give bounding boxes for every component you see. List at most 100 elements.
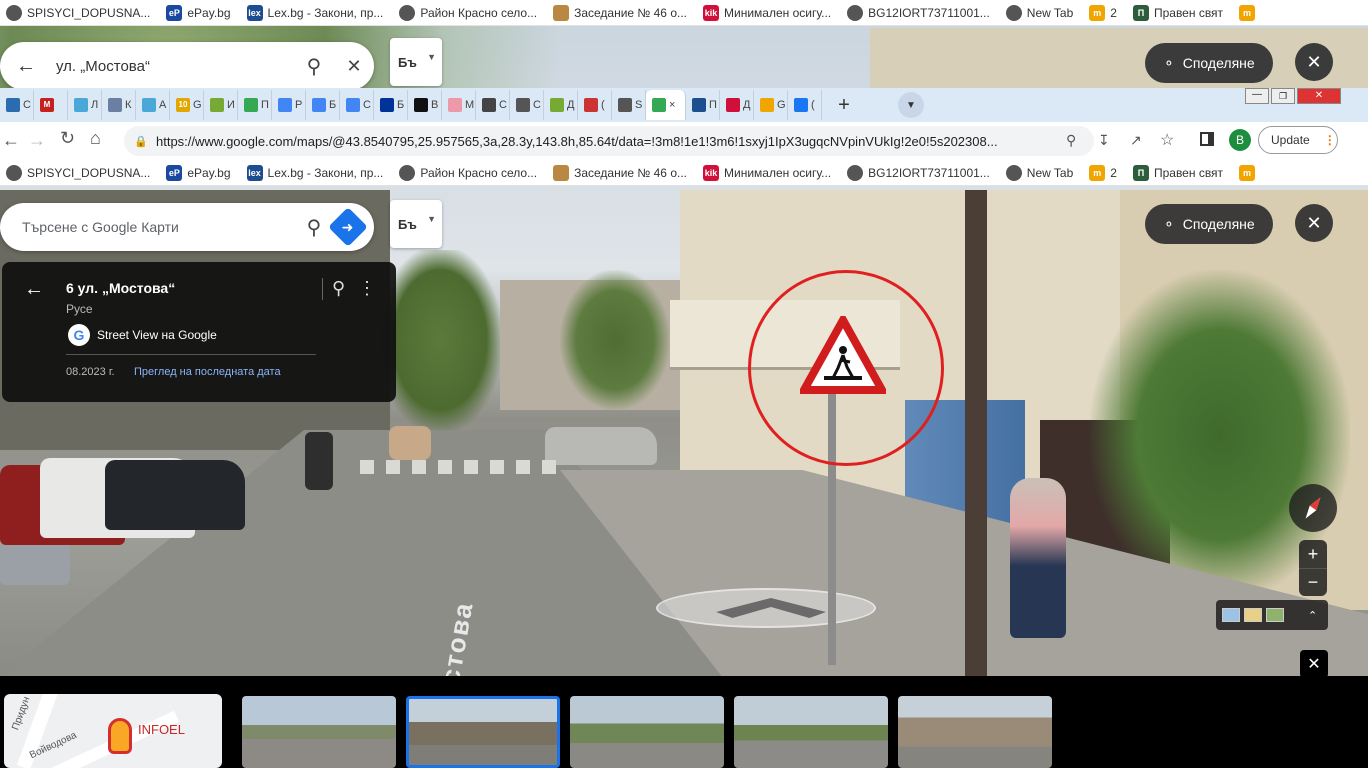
bookmark-item[interactable]: New Tab (1005, 4, 1073, 21)
close-button[interactable]: ✕ (1295, 204, 1333, 242)
more-options-icon[interactable]: ⋮ (358, 278, 376, 299)
reload-button[interactable]: ↻ (60, 128, 75, 149)
minimap[interactable]: Придун Войводова INFOEL (4, 694, 222, 768)
photo-thumbnail[interactable] (570, 696, 724, 768)
tab[interactable]: Б (306, 90, 340, 120)
tab[interactable]: G (754, 90, 788, 120)
tab[interactable]: П (686, 90, 720, 120)
terrain-layer-icon[interactable] (1244, 608, 1262, 622)
bookmark-item[interactable]: П Правен свят (1132, 4, 1223, 21)
back-arrow-icon[interactable]: ← (24, 278, 44, 301)
bookmark-item[interactable]: lex Lex.bg - Закони, пр... (246, 4, 383, 21)
bookmark-item[interactable]: New Tab (1005, 164, 1073, 181)
bookmark-item[interactable]: Заседание № 46 о... (553, 164, 687, 181)
bookmark-item[interactable]: SPISYCI_DOPUSNA... (6, 164, 151, 181)
tab-search-button[interactable]: ▼ (898, 92, 924, 118)
update-button[interactable]: Update ⋮ (1258, 126, 1338, 154)
bookmark-star-icon[interactable]: ☆ (1160, 130, 1174, 150)
back-button[interactable]: ← (2, 130, 20, 151)
bookmark-item[interactable]: BG12IORT73711001... (847, 4, 990, 21)
tab[interactable]: В (408, 90, 442, 120)
tab[interactable]: ( (578, 90, 612, 120)
compass[interactable] (1289, 484, 1337, 532)
bookmark-item[interactable]: П Правен свят (1132, 164, 1223, 181)
tab[interactable]: С (476, 90, 510, 120)
tab[interactable]: Д (720, 90, 754, 120)
tab[interactable]: П (238, 90, 272, 120)
photo-thumbnail[interactable] (734, 696, 888, 768)
bookmark-item[interactable]: lex Lex.bg - Закони, пр... (246, 164, 383, 181)
top-share-button[interactable]: ⚬ Споделяне (1145, 43, 1273, 83)
bookmark-item[interactable]: m2 (1089, 4, 1117, 21)
search-icon[interactable]: ⚲ (294, 215, 334, 240)
language-button[interactable]: Бъ ▼ (390, 200, 442, 248)
home-button[interactable]: ⌂ (90, 128, 101, 149)
tab[interactable]: Б (374, 90, 408, 120)
expand-icon[interactable]: ⌃ (1308, 609, 1317, 622)
satellite-layer-icon[interactable] (1222, 608, 1240, 622)
tab-active[interactable]: × (646, 90, 686, 120)
url-field[interactable]: 🔒 https://www.google.com/maps/@43.854079… (124, 126, 1094, 156)
bookmark-item[interactable]: eP ePay.bg (166, 164, 231, 181)
bookmark-item[interactable]: m (1239, 164, 1260, 181)
map-pin-icon[interactable]: ⚲ (332, 278, 345, 299)
maps-search-box[interactable]: Търсене с Google Карти ⚲ ➜ (0, 203, 374, 251)
history-link[interactable]: Преглед на последната дата (134, 366, 281, 378)
top-search-input[interactable]: ул. „Мостова“ (56, 58, 294, 75)
new-tab-button[interactable]: + (830, 94, 858, 117)
minimize-button[interactable]: — (1245, 88, 1269, 104)
directions-icon[interactable]: ➜ (328, 207, 368, 247)
bookmark-item[interactable]: Заседание № 46 о... (553, 4, 687, 21)
tab[interactable]: И (204, 90, 238, 120)
location-icon[interactable]: ⚲ (1066, 132, 1076, 149)
top-close-button[interactable]: ✕ (1295, 43, 1333, 81)
close-filmstrip-button[interactable]: ✕ (1300, 650, 1328, 676)
share-button[interactable]: ⚬ Споделяне (1145, 204, 1273, 244)
tab[interactable]: А (136, 90, 170, 120)
search-icon[interactable]: ⚲ (294, 54, 334, 79)
bookmark-item[interactable]: kik Минимален осигу... (703, 164, 831, 181)
tab-label: Д (567, 99, 575, 111)
tab[interactable]: Л (68, 90, 102, 120)
bookmark-item[interactable]: Район Красно село... (399, 164, 537, 181)
tab[interactable]: ( (788, 90, 822, 120)
forward-button[interactable]: → (28, 130, 46, 151)
bookmark-item[interactable]: eP ePay.bg (166, 4, 231, 21)
bookmark-item[interactable]: m2 (1089, 164, 1117, 181)
tab[interactable]: С (340, 90, 374, 120)
tab[interactable]: М (442, 90, 476, 120)
tab[interactable]: Д (544, 90, 578, 120)
zoom-out-button[interactable]: − (1299, 568, 1327, 596)
clear-icon[interactable]: ✕ (334, 56, 374, 77)
tab[interactable]: 10 G (170, 90, 204, 120)
share-page-icon[interactable]: ↗ (1130, 132, 1142, 149)
bookmark-item[interactable]: SPISYCI_DOPUSNA... (6, 4, 150, 21)
navigation-arrow[interactable] (656, 588, 876, 628)
bookmark-item[interactable]: BG12IORT73711001... (847, 164, 990, 181)
photo-layer-icon[interactable] (1266, 608, 1284, 622)
profile-avatar[interactable]: B (1229, 129, 1251, 151)
tab[interactable]: Р (272, 90, 306, 120)
bookmark-item[interactable]: Район Красно село... (399, 4, 537, 21)
side-panel-icon[interactable] (1200, 132, 1214, 146)
photo-thumbnail[interactable] (898, 696, 1052, 768)
window-close-button[interactable]: ✕ (1297, 88, 1341, 104)
bookmark-item[interactable]: kik Минимален осигу... (703, 4, 831, 21)
search-input[interactable]: Търсене с Google Карти (22, 219, 294, 235)
photo-thumbnail-selected[interactable] (406, 696, 560, 768)
photo-thumbnail[interactable] (242, 696, 396, 768)
install-icon[interactable]: ↧ (1098, 132, 1110, 149)
tab[interactable]: S (612, 90, 646, 120)
top-language-button[interactable]: Бъ ▼ (390, 38, 442, 86)
restore-button[interactable]: ❐ (1271, 88, 1295, 104)
tab[interactable]: M (34, 90, 68, 120)
tab[interactable]: С (510, 90, 544, 120)
bookmark-item[interactable]: m (1239, 4, 1260, 21)
tab[interactable]: С (0, 90, 34, 120)
layers-control[interactable]: ⌃ (1216, 600, 1328, 630)
back-arrow-icon[interactable]: ← (16, 55, 36, 78)
tab[interactable]: К (102, 90, 136, 120)
top-search-box[interactable]: ← ул. „Мостова“ ⚲ ✕ (0, 42, 374, 90)
bookmark-label: SPISYCI_DOPUSNA... (27, 165, 151, 180)
zoom-in-button[interactable]: + (1299, 540, 1327, 568)
